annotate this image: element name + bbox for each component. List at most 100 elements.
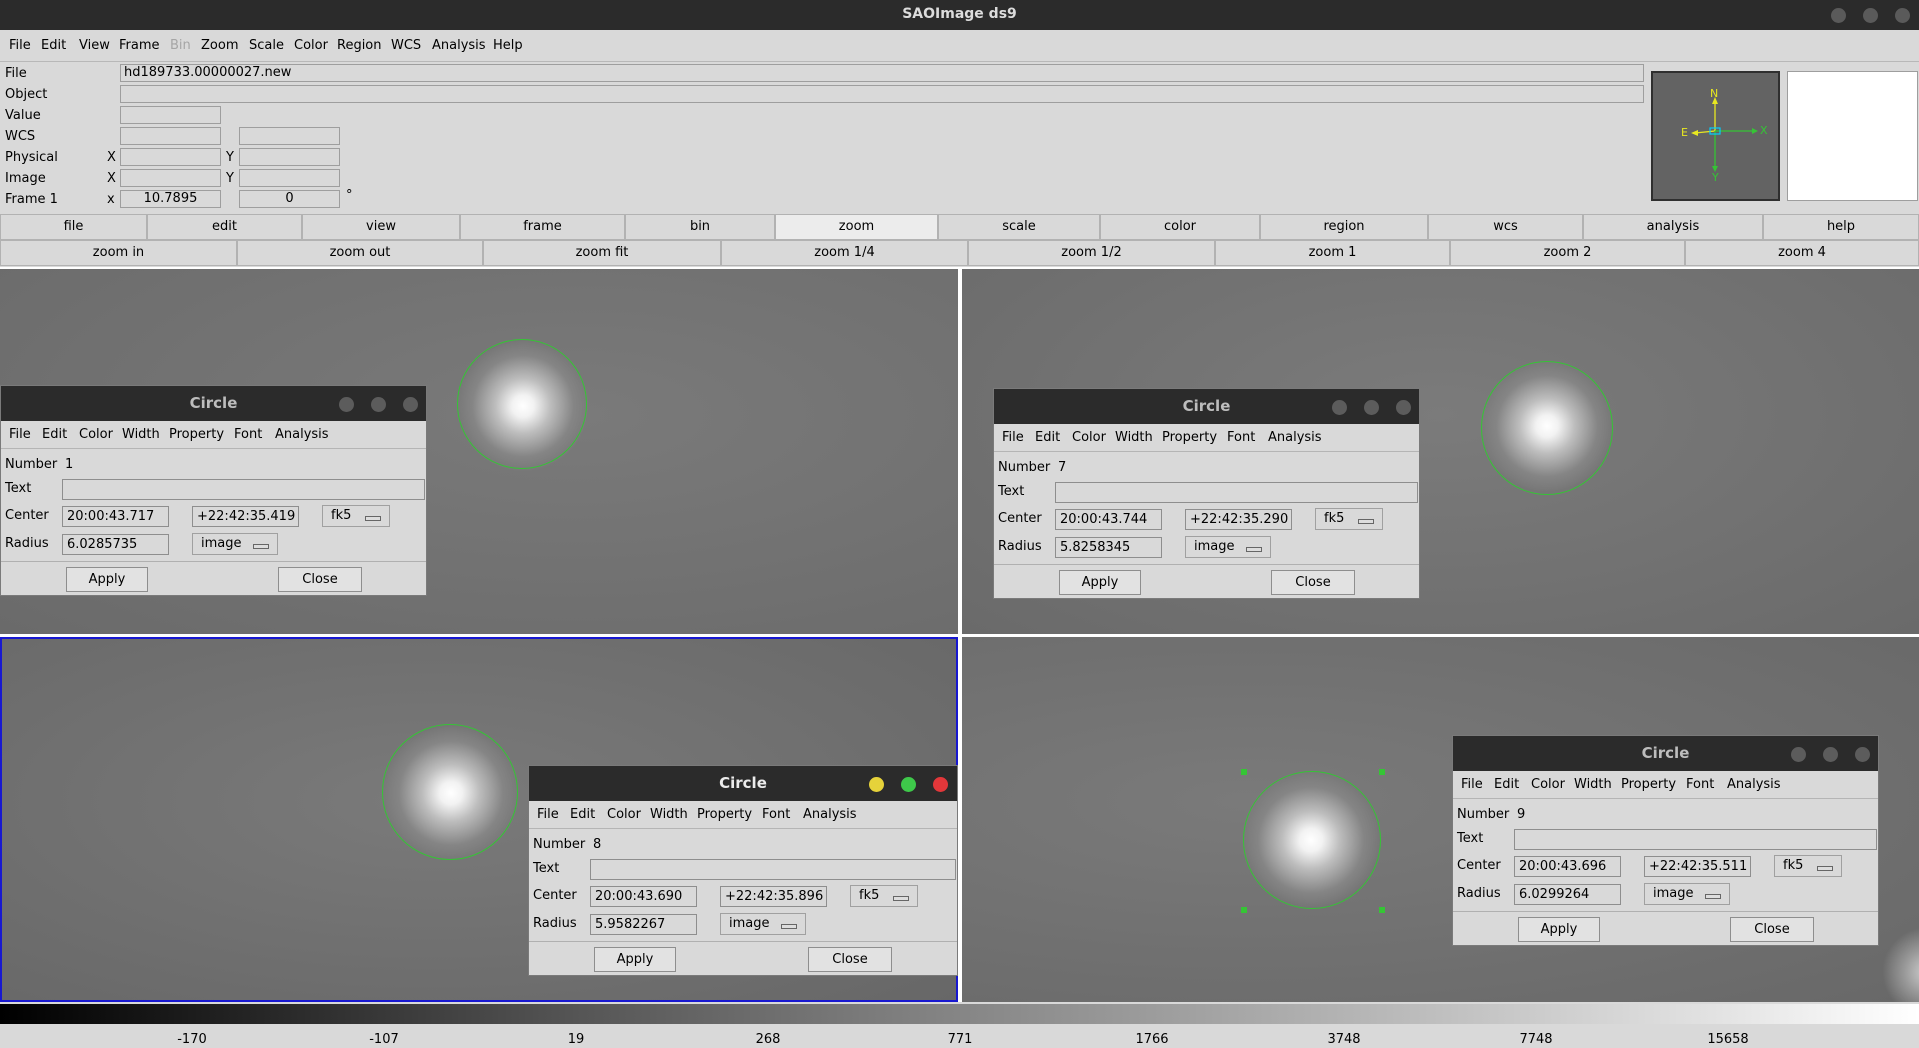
bb-view[interactable]: view <box>302 214 460 240</box>
circle-region[interactable] <box>382 724 518 860</box>
dialog-menu-width[interactable]: Width <box>1574 777 1612 792</box>
close-window-button[interactable] <box>1895 8 1910 23</box>
coord-system-menu[interactable]: fk5 <box>322 505 390 527</box>
region-handle[interactable] <box>1241 769 1247 775</box>
zoom-quarter-button[interactable]: zoom 1/4 <box>721 240 968 266</box>
panner[interactable]: N E X Y <box>1651 71 1780 201</box>
region-handle[interactable] <box>1379 769 1385 775</box>
center-dec-input[interactable]: +22:42:35.896 <box>720 886 827 907</box>
text-input[interactable] <box>1055 482 1418 503</box>
bb-region[interactable]: region <box>1260 214 1428 240</box>
menu-wcs[interactable]: WCS <box>391 38 421 53</box>
dialog-menu-property[interactable]: Property <box>1621 777 1676 792</box>
dialog-menu-width[interactable]: Width <box>122 427 160 442</box>
radius-input[interactable]: 5.8258345 <box>1055 537 1162 558</box>
close-button[interactable]: Close <box>1271 570 1355 595</box>
close-button[interactable]: Close <box>808 947 892 972</box>
dialog-menu-edit[interactable]: Edit <box>570 807 595 822</box>
dialog-close-window-button[interactable] <box>1855 747 1870 762</box>
center-ra-input[interactable]: 20:00:43.696 <box>1514 856 1621 877</box>
circle-region[interactable] <box>1481 361 1613 495</box>
center-dec-input[interactable]: +22:42:35.511 <box>1644 856 1751 877</box>
radius-units-menu[interactable]: image <box>1644 883 1730 905</box>
bb-frame[interactable]: frame <box>460 214 625 240</box>
coord-system-menu[interactable]: fk5 <box>850 885 918 907</box>
dialog-maximize-button[interactable] <box>901 777 916 792</box>
center-ra-input[interactable]: 20:00:43.717 <box>62 506 169 527</box>
dialog-menu-color[interactable]: Color <box>1531 777 1565 792</box>
center-dec-input[interactable]: +22:42:35.290 <box>1185 509 1292 530</box>
zoom-2-button[interactable]: zoom 2 <box>1450 240 1685 266</box>
menu-zoom[interactable]: Zoom <box>201 38 238 53</box>
dialog-minimize-button[interactable] <box>1332 400 1347 415</box>
text-input[interactable] <box>590 859 956 880</box>
bb-scale[interactable]: scale <box>938 214 1100 240</box>
radius-input[interactable]: 6.0299264 <box>1514 884 1621 905</box>
apply-button[interactable]: Apply <box>66 567 148 592</box>
radius-input[interactable]: 6.0285735 <box>62 534 169 555</box>
zoom-half-button[interactable]: zoom 1/2 <box>968 240 1215 266</box>
bb-edit[interactable]: edit <box>147 214 302 240</box>
dialog-close-window-button[interactable] <box>1396 400 1411 415</box>
dialog-maximize-button[interactable] <box>371 397 386 412</box>
bb-zoom[interactable]: zoom <box>775 214 938 240</box>
menu-scale[interactable]: Scale <box>249 38 284 53</box>
zoom-4-button[interactable]: zoom 4 <box>1685 240 1919 266</box>
bb-analysis[interactable]: analysis <box>1583 214 1763 240</box>
dialog-menu-width[interactable]: Width <box>1115 430 1153 445</box>
region-handle[interactable] <box>1379 907 1385 913</box>
maximize-button[interactable] <box>1863 8 1878 23</box>
dialog-menu-width[interactable]: Width <box>650 807 688 822</box>
dialog-menu-analysis[interactable]: Analysis <box>803 807 857 822</box>
center-ra-input[interactable]: 20:00:43.744 <box>1055 509 1162 530</box>
colorbar[interactable] <box>0 1004 1919 1024</box>
bb-file[interactable]: file <box>0 214 147 240</box>
bb-color[interactable]: color <box>1100 214 1260 240</box>
menu-color[interactable]: Color <box>294 38 328 53</box>
menu-view[interactable]: View <box>79 38 110 53</box>
dialog-menu-analysis[interactable]: Analysis <box>275 427 329 442</box>
dialog-maximize-button[interactable] <box>1364 400 1379 415</box>
radius-input[interactable]: 5.9582267 <box>590 914 697 935</box>
dialog-minimize-button[interactable] <box>339 397 354 412</box>
apply-button[interactable]: Apply <box>1518 917 1600 942</box>
dialog-menu-file[interactable]: File <box>1002 430 1024 445</box>
dialog-menu-edit[interactable]: Edit <box>42 427 67 442</box>
radius-units-menu[interactable]: image <box>1185 536 1271 558</box>
region-handle[interactable] <box>1241 907 1247 913</box>
dialog-menu-property[interactable]: Property <box>697 807 752 822</box>
zoom-fit-button[interactable]: zoom fit <box>483 240 721 266</box>
dialog-menu-property[interactable]: Property <box>169 427 224 442</box>
dialog-close-window-button[interactable] <box>933 777 948 792</box>
dialog-menu-color[interactable]: Color <box>1072 430 1106 445</box>
radius-units-menu[interactable]: image <box>720 913 806 935</box>
dialog-minimize-button[interactable] <box>869 777 884 792</box>
minimize-button[interactable] <box>1831 8 1846 23</box>
dialog-close-window-button[interactable] <box>403 397 418 412</box>
dialog-menu-font[interactable]: Font <box>234 427 262 442</box>
center-ra-input[interactable]: 20:00:43.690 <box>590 886 697 907</box>
center-dec-input[interactable]: +22:42:35.419 <box>192 506 299 527</box>
circle-region-selected[interactable] <box>1243 771 1381 909</box>
dialog-menu-edit[interactable]: Edit <box>1035 430 1060 445</box>
dialog-menu-file[interactable]: File <box>9 427 31 442</box>
radius-units-menu[interactable]: image <box>192 533 278 555</box>
bb-wcs[interactable]: wcs <box>1428 214 1583 240</box>
dialog-minimize-button[interactable] <box>1791 747 1806 762</box>
dialog-menu-font[interactable]: Font <box>1227 430 1255 445</box>
bb-bin[interactable]: bin <box>625 214 775 240</box>
text-input[interactable] <box>1514 829 1877 850</box>
zoom-out-button[interactable]: zoom out <box>237 240 483 266</box>
text-input[interactable] <box>62 479 425 500</box>
coord-system-menu[interactable]: fk5 <box>1774 855 1842 877</box>
dialog-maximize-button[interactable] <box>1823 747 1838 762</box>
menu-analysis[interactable]: Analysis <box>432 38 486 53</box>
dialog-menu-property[interactable]: Property <box>1162 430 1217 445</box>
dialog-menu-font[interactable]: Font <box>1686 777 1714 792</box>
menu-edit[interactable]: Edit <box>41 38 66 53</box>
dialog-menu-file[interactable]: File <box>1461 777 1483 792</box>
zoom-in-button[interactable]: zoom in <box>0 240 237 266</box>
menu-file[interactable]: File <box>9 38 31 53</box>
circle-region[interactable] <box>457 339 587 469</box>
menu-region[interactable]: Region <box>337 38 382 53</box>
